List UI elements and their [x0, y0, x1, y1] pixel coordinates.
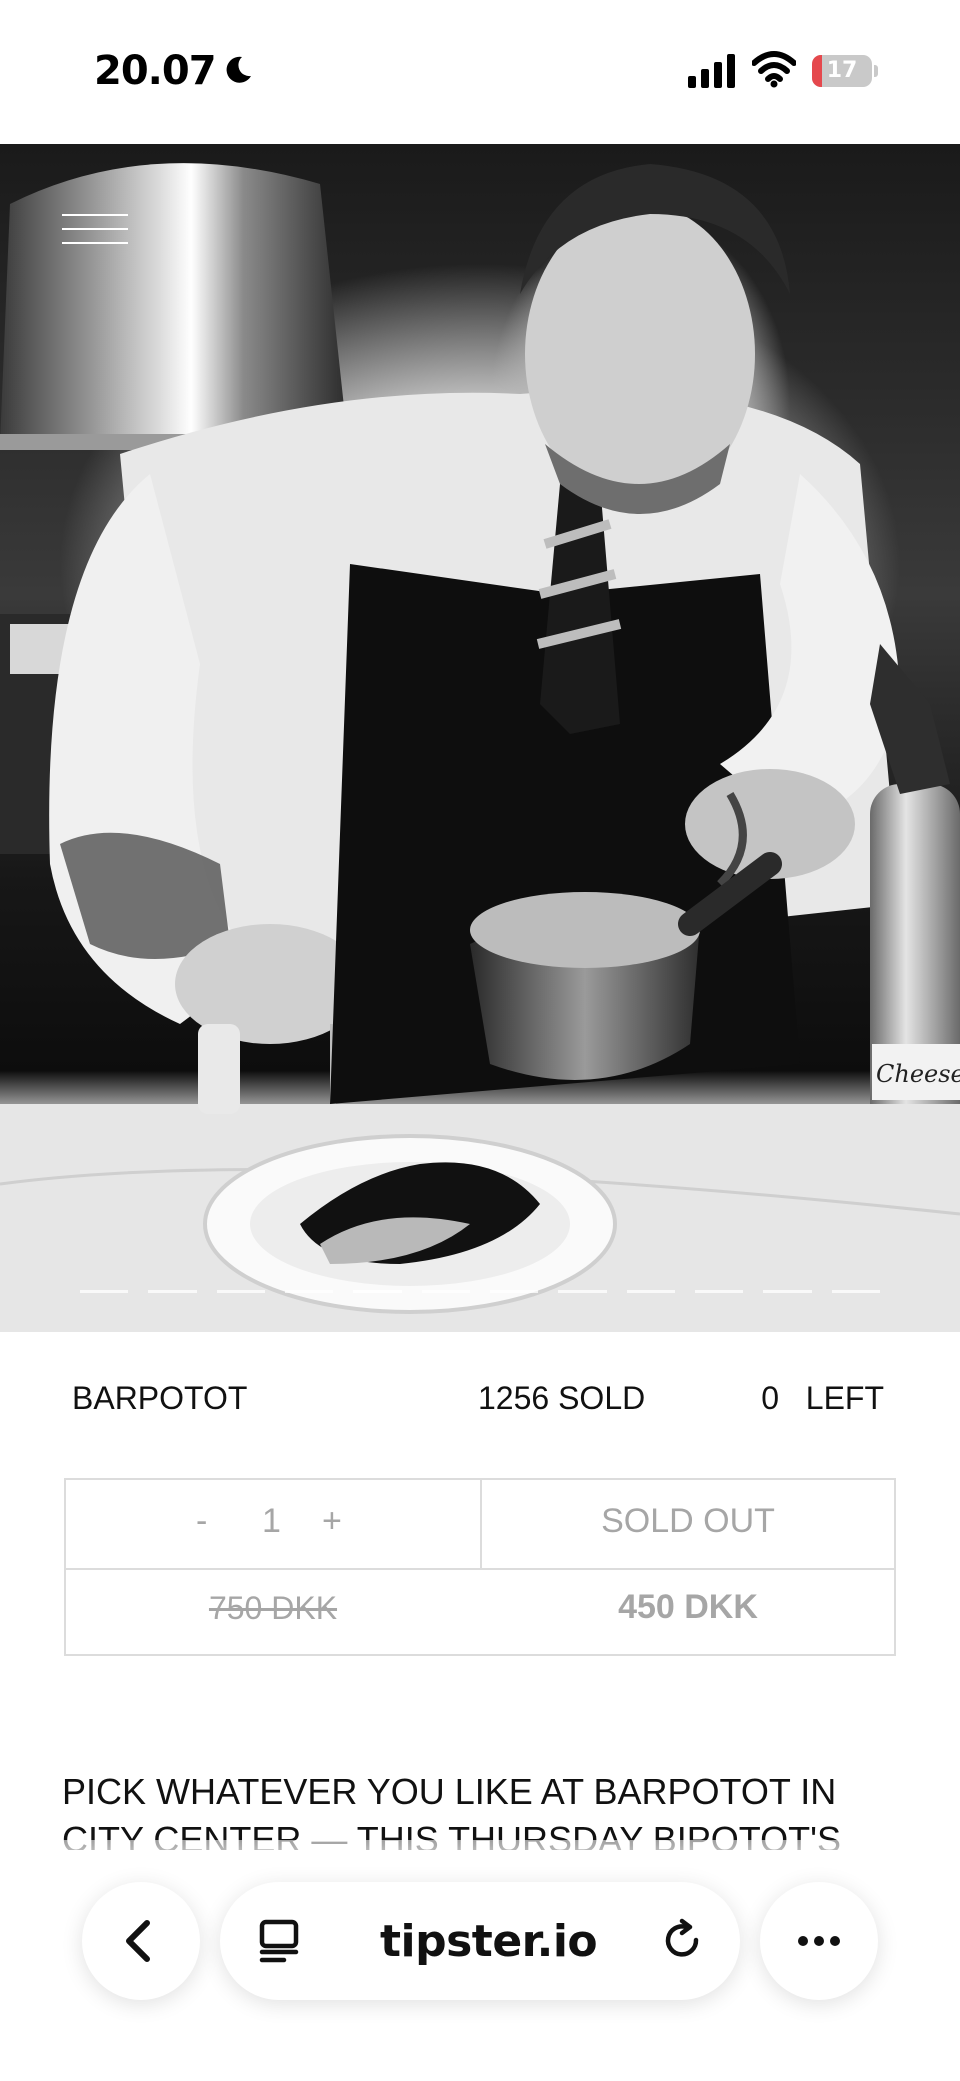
- sold-count: 1256 SOLD: [478, 1380, 646, 1416]
- carousel-dot[interactable]: [353, 1290, 402, 1293]
- original-price: 750 DKK: [208, 1590, 338, 1626]
- product-info-row: BARPOTOT 1256 SOLD 0 LEFT: [72, 1380, 884, 1420]
- carousel-dot[interactable]: [831, 1290, 880, 1293]
- battery-indicator: 17: [812, 55, 878, 87]
- discount-price: 450 DKK: [618, 1588, 758, 1626]
- description-line-1: PICK WHATEVER YOU LIKE AT BARPOTOT IN: [62, 1771, 837, 1812]
- description: PICK WHATEVER YOU LIKE AT BARPOTOT IN CI…: [62, 1768, 892, 1850]
- signal-icon: [688, 54, 735, 88]
- reload-icon[interactable]: [660, 1918, 706, 1964]
- carousel-dot[interactable]: [80, 1290, 129, 1293]
- chef-plating-illustration: Cheese: [0, 163, 960, 1332]
- battery-level: 17: [826, 58, 858, 83]
- canister-label: Cheese: [876, 1060, 960, 1088]
- carousel-dot[interactable]: [694, 1290, 744, 1293]
- carousel-dot[interactable]: [489, 1290, 539, 1293]
- hero-photo[interactable]: Cheese: [0, 144, 960, 1332]
- status-bar: 20.07 17: [0, 0, 960, 144]
- carousel-dot[interactable]: [626, 1290, 675, 1293]
- browser-toolbar: tipster.io: [0, 1860, 960, 2081]
- quantity-value: 1: [262, 1502, 281, 1540]
- purchase-box: - 1 + SOLD OUT 750 DKK 450 DKK: [64, 1478, 896, 1656]
- quantity-increment-button[interactable]: +: [322, 1502, 342, 1541]
- chevron-left-icon: [126, 1920, 150, 1962]
- carousel-dot[interactable]: [558, 1290, 607, 1293]
- venue-name: BARPOTOT: [72, 1380, 248, 1416]
- menu-icon[interactable]: [62, 214, 128, 248]
- carousel-dot[interactable]: [284, 1290, 334, 1293]
- more-button[interactable]: [760, 1882, 878, 2000]
- remaining-count: 0 LEFT: [761, 1380, 884, 1416]
- back-button[interactable]: [82, 1882, 200, 2000]
- url-text[interactable]: tipster.io: [380, 1916, 598, 1967]
- moon-icon: [226, 56, 251, 83]
- status-time: 20.07: [94, 48, 217, 94]
- address-bar[interactable]: tipster.io: [220, 1882, 740, 2000]
- wifi-icon: [752, 51, 796, 88]
- carousel-indicator[interactable]: [80, 1290, 880, 1294]
- sold-out-button[interactable]: SOLD OUT: [482, 1502, 894, 1541]
- carousel-dot[interactable]: [148, 1290, 197, 1293]
- carousel-dot[interactable]: [421, 1290, 470, 1293]
- more-icon: [798, 1936, 840, 1946]
- quantity-decrement-button[interactable]: -: [196, 1502, 207, 1541]
- carousel-dot[interactable]: [763, 1290, 812, 1293]
- reader-icon[interactable]: [256, 1918, 302, 1964]
- carousel-dot[interactable]: [216, 1290, 265, 1293]
